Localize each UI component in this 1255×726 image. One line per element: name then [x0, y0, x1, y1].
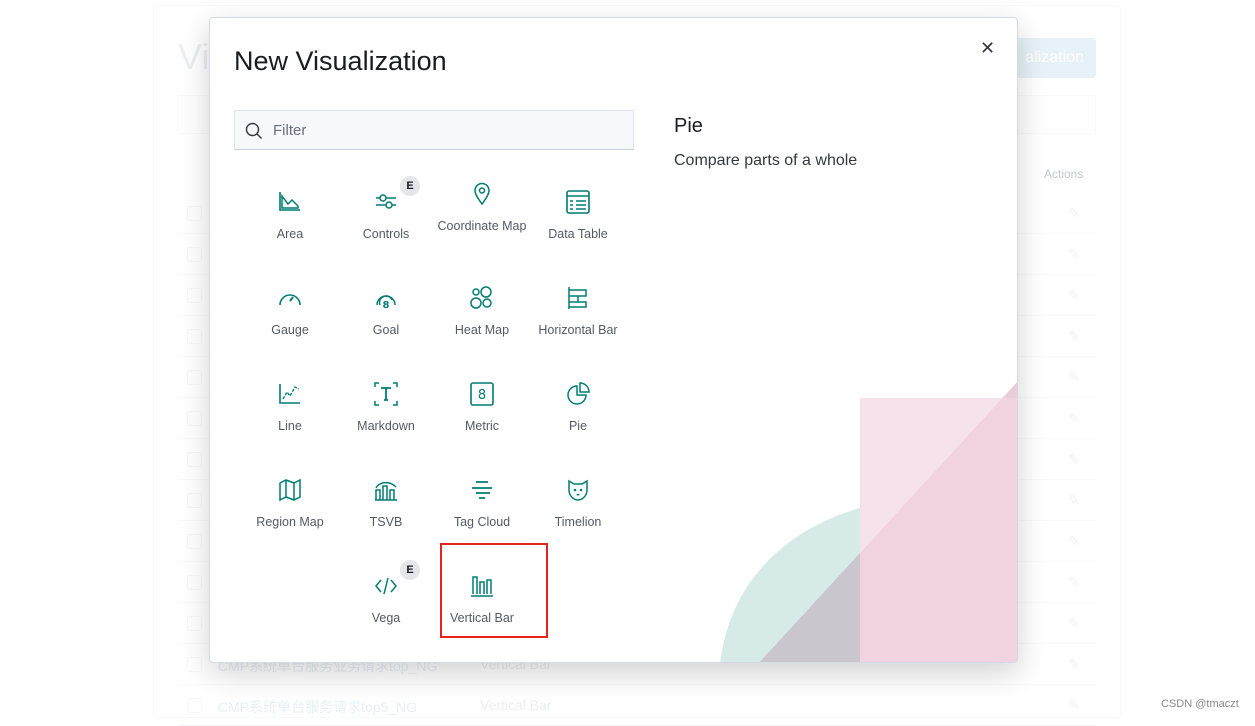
actions-header: Actions [1044, 167, 1084, 181]
watermark: CSDN @tmaczt [1161, 698, 1239, 710]
decorative-illustration [720, 382, 1017, 662]
new-visualization-modal: New Visualization ✕ AreaEControlsCoordin… [209, 17, 1018, 663]
